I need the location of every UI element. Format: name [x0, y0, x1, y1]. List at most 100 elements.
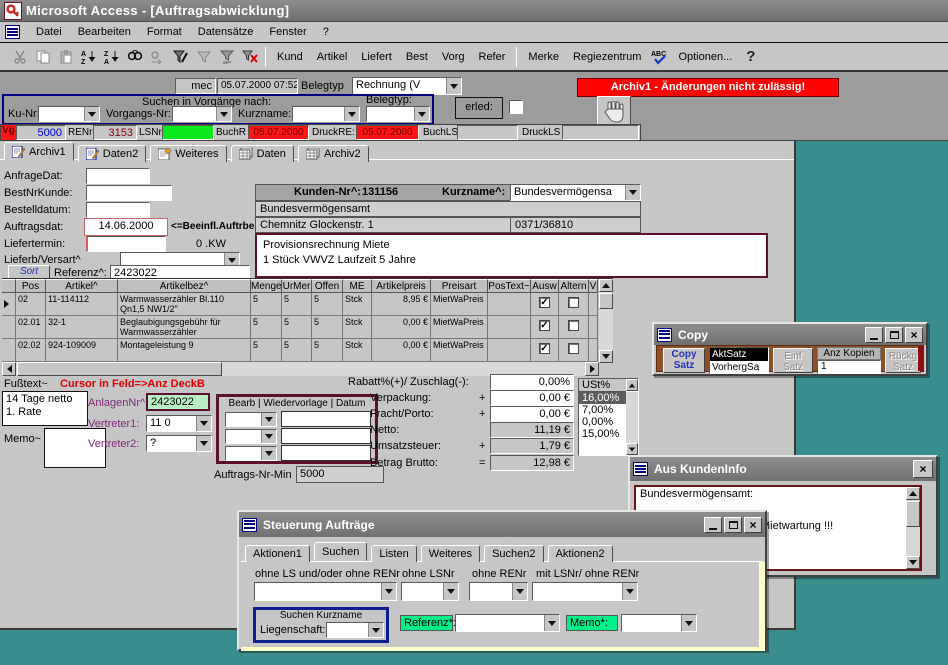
bestelldatum-field[interactable] [86, 202, 150, 218]
fracht-field[interactable]: 0,00 € [490, 406, 574, 422]
col-artikelbez[interactable]: Artikelbez^ [118, 279, 251, 293]
bearb-combo-3[interactable] [225, 446, 277, 461]
remove-filter-icon[interactable] [239, 47, 260, 67]
dropdown-arrow-icon[interactable] [544, 615, 559, 631]
scroll-down-button[interactable] [906, 556, 920, 569]
cell-preisart[interactable]: MietWaPreis [431, 316, 488, 339]
ausw-checkbox[interactable] [539, 343, 550, 354]
cell-urmer[interactable]: 5 [282, 293, 312, 316]
dropdown-arrow-icon[interactable] [625, 185, 640, 200]
close-icon[interactable]: × [913, 460, 933, 478]
sort-button[interactable]: Sort [8, 265, 50, 279]
dropdown-arrow-icon[interactable] [84, 107, 99, 121]
copy-satz-button[interactable]: Copy Satz [663, 348, 705, 373]
dropdown-arrow-icon[interactable] [443, 583, 458, 600]
steuerung-tab-listen[interactable]: Listen [371, 545, 416, 562]
cell-me[interactable]: Stck [343, 293, 372, 316]
cell-offen[interactable]: 5 [312, 339, 343, 362]
einf-satz-button[interactable]: Einf Satz [773, 348, 813, 373]
vertreter1-combo[interactable]: 11 0 [146, 415, 212, 432]
steuerung-tab-suchen[interactable]: Suchen [314, 542, 367, 561]
table-vscrollbar[interactable] [599, 279, 613, 363]
tab-daten[interactable]: Daten [231, 145, 294, 162]
col-altern[interactable]: Altern [559, 279, 589, 293]
col-postext[interactable]: PosText~ [488, 279, 531, 293]
kundeninfo-scrollbar[interactable] [906, 487, 920, 569]
menu-bearbeiten[interactable]: Bearbeiten [70, 24, 139, 40]
list-item-vorhergsatz[interactable]: VorhergSa [710, 361, 768, 374]
cell-urmer[interactable]: 5 [282, 339, 312, 362]
altern-checkbox[interactable] [568, 320, 579, 331]
cell-preis[interactable]: 8,95 € [372, 293, 431, 316]
dropdown-arrow-icon[interactable] [261, 447, 276, 460]
erled-checkbox[interactable] [509, 100, 523, 114]
nav-kund-button[interactable]: Kund [271, 48, 309, 66]
ausw-checkbox[interactable] [539, 297, 550, 308]
ohne-lsnr-combo[interactable] [401, 582, 459, 601]
memo-suche-combo[interactable] [621, 614, 697, 632]
ust-option[interactable]: 0,00% [579, 416, 626, 428]
ohne-renr-combo[interactable] [469, 582, 528, 601]
bearb-combo-1[interactable] [225, 412, 277, 427]
dropdown-arrow-icon[interactable] [261, 413, 276, 426]
close-icon[interactable]: × [744, 517, 762, 533]
col-preisart[interactable]: Preisart [431, 279, 488, 293]
cell-artikel[interactable]: 924-109009 [46, 339, 118, 362]
nav-artikel-button[interactable]: Artikel [311, 48, 354, 66]
minimize-button[interactable] [865, 327, 883, 343]
belegtyp-search-combo[interactable] [366, 106, 430, 122]
cell-menge[interactable]: 5 [251, 293, 282, 316]
vertreter2-combo[interactable]: ? [146, 435, 212, 452]
anlagennr-field[interactable]: 2423022 [146, 393, 210, 411]
steuerung-tab-suchen2[interactable]: Suchen2 [484, 545, 543, 562]
cell-preisart[interactable]: MietWaPreis [431, 293, 488, 316]
col-artikelpreis[interactable]: Artikelpreis [372, 279, 431, 293]
nav-vorg-button[interactable]: Vorg [436, 48, 471, 66]
scroll-up-button[interactable] [906, 487, 920, 500]
cell-pos[interactable]: 02.01 [16, 316, 46, 339]
dropdown-arrow-icon[interactable] [446, 78, 461, 94]
beschreibung-textarea[interactable]: Provisionsrechnung Miete 1 Stück VWVZ La… [255, 233, 768, 278]
nav-liefert-button[interactable]: Liefert [355, 48, 398, 66]
scroll-left-button[interactable] [2, 362, 16, 376]
col-urmer[interactable]: UrMer [282, 279, 312, 293]
dropdown-arrow-icon[interactable] [381, 583, 396, 600]
tab-weiteres[interactable]: Weiteres [150, 145, 226, 162]
kurzname-combo-main[interactable]: Bundesvermögensa [510, 184, 641, 201]
referenz-suche-combo[interactable] [455, 614, 560, 632]
col-v[interactable]: V [589, 279, 598, 293]
ausw-checkbox[interactable] [539, 320, 550, 331]
row-selector[interactable] [2, 293, 16, 316]
ohne-ls-renr-combo[interactable] [254, 582, 397, 601]
col-ausw[interactable]: Ausw [531, 279, 559, 293]
altern-checkbox[interactable] [568, 297, 579, 308]
bearb-datum-3[interactable] [281, 445, 371, 461]
find-next-icon[interactable] [147, 47, 168, 67]
steuerung-tab-aktionen2[interactable]: Aktionen2 [548, 545, 613, 562]
cell-preis[interactable]: 0,00 € [372, 339, 431, 362]
dropdown-arrow-icon[interactable] [622, 583, 637, 600]
dropdown-arrow-icon[interactable] [414, 107, 429, 121]
close-icon[interactable]: × [905, 327, 923, 343]
menu-datensaetze[interactable]: Datensätze [190, 24, 262, 40]
filter-icon[interactable] [193, 47, 214, 67]
nav-refer-button[interactable]: Refer [473, 48, 512, 66]
verpackung-field[interactable]: 0,00 € [490, 390, 574, 406]
paste-icon[interactable] [55, 47, 76, 67]
maximize-button[interactable] [724, 517, 742, 533]
scroll-thumb[interactable] [906, 501, 920, 527]
ust-listbox[interactable]: USt% 16,00% 7,00% 0,00% 15,00% [578, 378, 639, 456]
optionen-button[interactable]: Optionen... [672, 48, 738, 66]
cell-v[interactable] [589, 293, 598, 316]
steuerung-tab-weiteres[interactable]: Weiteres [421, 545, 480, 562]
rueckg-satz-button[interactable]: Rückg Satz [885, 348, 921, 373]
cell-menge[interactable]: 5 [251, 316, 282, 339]
kundeninfo-titlebar[interactable]: Aus KundenInfo × [630, 457, 936, 481]
menu-datei[interactable]: Datei [28, 24, 70, 40]
bestnrkunde-field[interactable] [86, 185, 172, 201]
anfragedat-field[interactable] [86, 168, 150, 184]
cell-altern[interactable] [559, 339, 589, 362]
ust-option-selected[interactable]: 16,00% [579, 392, 626, 404]
help-icon[interactable]: ? [740, 47, 761, 67]
anz-kopien-field[interactable]: 1 [817, 360, 881, 374]
